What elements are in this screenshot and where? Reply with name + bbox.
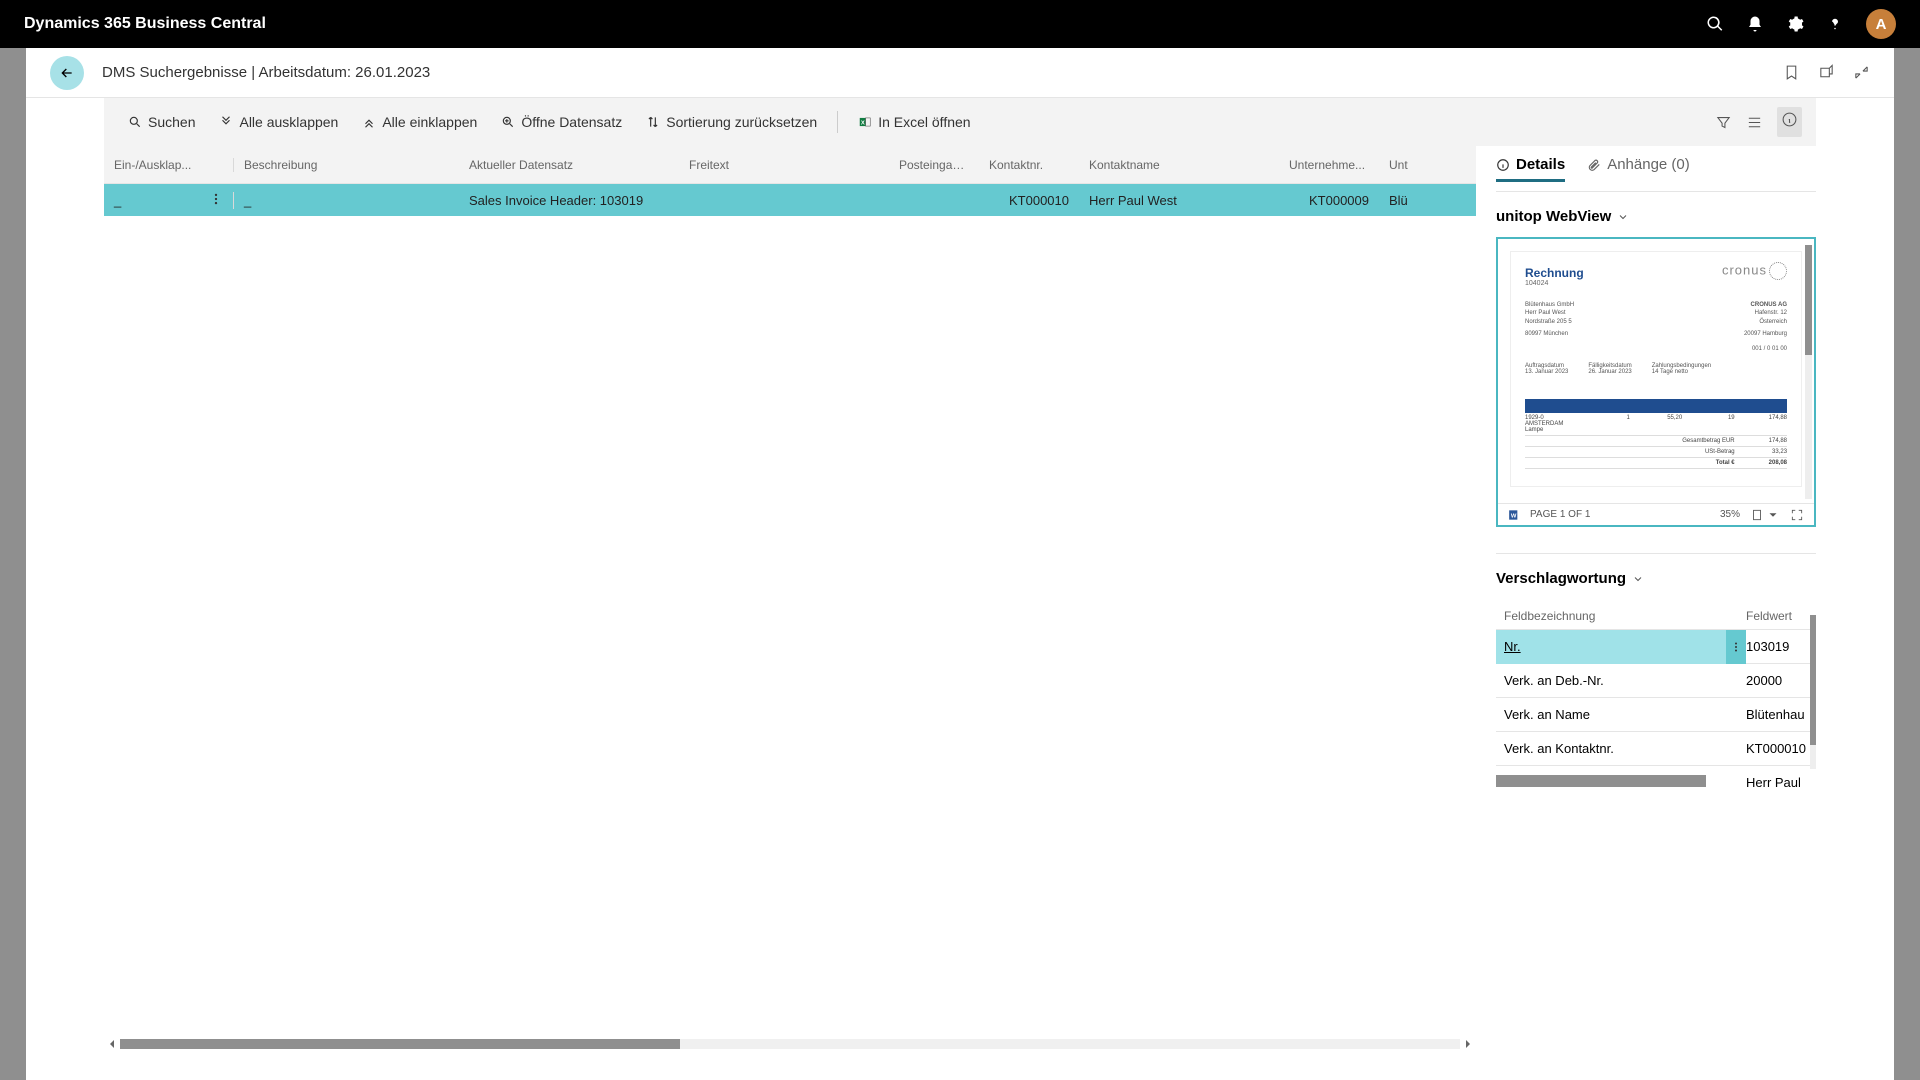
svg-text:W: W: [1511, 513, 1517, 519]
col-current-record[interactable]: Aktueller Datensatz: [459, 158, 679, 172]
col-description[interactable]: Beschreibung: [234, 158, 459, 172]
col-posteingang[interactable]: Posteingan...: [889, 158, 979, 172]
filter-icon[interactable]: [1715, 114, 1732, 131]
open-excel-button[interactable]: X In Excel öffnen: [848, 108, 980, 136]
list-icon[interactable]: [1746, 114, 1763, 131]
avatar[interactable]: A: [1866, 9, 1896, 39]
bell-icon[interactable]: [1746, 15, 1764, 33]
tag-row[interactable]: Verk. an Deb.-Nr. 20000: [1496, 664, 1816, 698]
section-tags[interactable]: Verschlagwortung: [1496, 570, 1816, 587]
tag-vertical-scrollbar[interactable]: [1810, 615, 1816, 769]
doc-subtitle: 104024: [1525, 280, 1787, 287]
col-unternehme[interactable]: Unternehme...: [1279, 158, 1379, 172]
row-kontaktname: Herr Paul West: [1079, 193, 1279, 208]
word-icon[interactable]: W: [1508, 508, 1522, 522]
grid-header: Ein-/Ausklap... Beschreibung Aktueller D…: [104, 146, 1476, 184]
row-kontaktnr: KT000010: [979, 193, 1079, 208]
row-unt: Blü: [1379, 193, 1419, 208]
chevron-down-icon: [1617, 211, 1629, 223]
row-unternehme: KT000009: [1279, 193, 1379, 208]
page-layout-dropdown[interactable]: [1750, 508, 1780, 522]
page-info: PAGE 1 OF 1: [1530, 509, 1590, 520]
svg-text:X: X: [861, 120, 865, 126]
page-title: DMS Suchergebnisse | Arbeitsdatum: 26.01…: [102, 64, 430, 81]
expand-all-button[interactable]: Alle ausklappen: [209, 108, 348, 136]
row-expand-value: _: [114, 193, 121, 208]
tab-attachments[interactable]: Anhänge (0): [1587, 156, 1690, 181]
tab-details[interactable]: Details: [1496, 156, 1565, 181]
col-freitext[interactable]: Freitext: [679, 158, 889, 172]
horizontal-scrollbar[interactable]: [104, 1036, 1476, 1052]
section-webview[interactable]: unitop WebView: [1496, 208, 1816, 225]
tag-row[interactable]: Verk. an Name Blütenhau: [1496, 698, 1816, 732]
collapse-all-button[interactable]: Alle einklappen: [352, 108, 487, 136]
doc-logo: cronus: [1722, 262, 1787, 280]
scroll-right-icon[interactable]: [1460, 1036, 1476, 1052]
search-button[interactable]: Suchen: [118, 108, 205, 136]
col-kontaktnr[interactable]: Kontaktnr.: [979, 158, 1079, 172]
collapse-icon[interactable]: [1853, 64, 1870, 81]
app-title: Dynamics 365 Business Central: [24, 15, 266, 33]
reset-sort-button[interactable]: Sortierung zurücksetzen: [636, 108, 827, 136]
gear-icon[interactable]: [1786, 15, 1804, 33]
search-icon[interactable]: [1706, 15, 1724, 33]
more-icon[interactable]: [209, 192, 223, 209]
doc-scrollbar[interactable]: [1805, 245, 1812, 499]
grid-row[interactable]: _ _ Sales Invoice Header: 103019 KT00001…: [104, 184, 1476, 216]
row-description: _: [234, 193, 459, 208]
col-expand[interactable]: Ein-/Ausklap...: [104, 158, 234, 172]
help-icon[interactable]: [1826, 15, 1844, 33]
scroll-left-icon[interactable]: [104, 1036, 120, 1052]
tag-horizontal-scrollbar[interactable]: [1496, 775, 1706, 787]
fullscreen-icon[interactable]: [1790, 508, 1804, 522]
bookmark-icon[interactable]: [1783, 64, 1800, 81]
tag-col-value[interactable]: Feldwert: [1746, 609, 1816, 623]
tag-row[interactable]: Nr. 103019: [1496, 630, 1816, 664]
open-new-window-icon[interactable]: [1818, 64, 1835, 81]
col-unt[interactable]: Unt: [1379, 158, 1419, 172]
chevron-down-icon: [1632, 573, 1644, 585]
zoom-level: 35%: [1720, 509, 1740, 520]
tag-col-field[interactable]: Feldbezeichnung: [1496, 609, 1746, 623]
row-current-record: Sales Invoice Header: 103019: [459, 193, 679, 208]
scroll-thumb[interactable]: [120, 1039, 680, 1049]
more-icon[interactable]: [1726, 630, 1746, 664]
back-button[interactable]: [50, 56, 84, 90]
separator: [837, 111, 838, 133]
col-kontaktname[interactable]: Kontaktname: [1079, 158, 1279, 172]
tag-row[interactable]: Verk. an Kontaktnr. KT000010: [1496, 732, 1816, 766]
document-preview[interactable]: Rechnung 104024 cronus Blütenhaus GmbH H…: [1496, 237, 1816, 527]
open-record-button[interactable]: Öffne Datensatz: [491, 108, 632, 136]
info-icon[interactable]: [1777, 107, 1802, 137]
